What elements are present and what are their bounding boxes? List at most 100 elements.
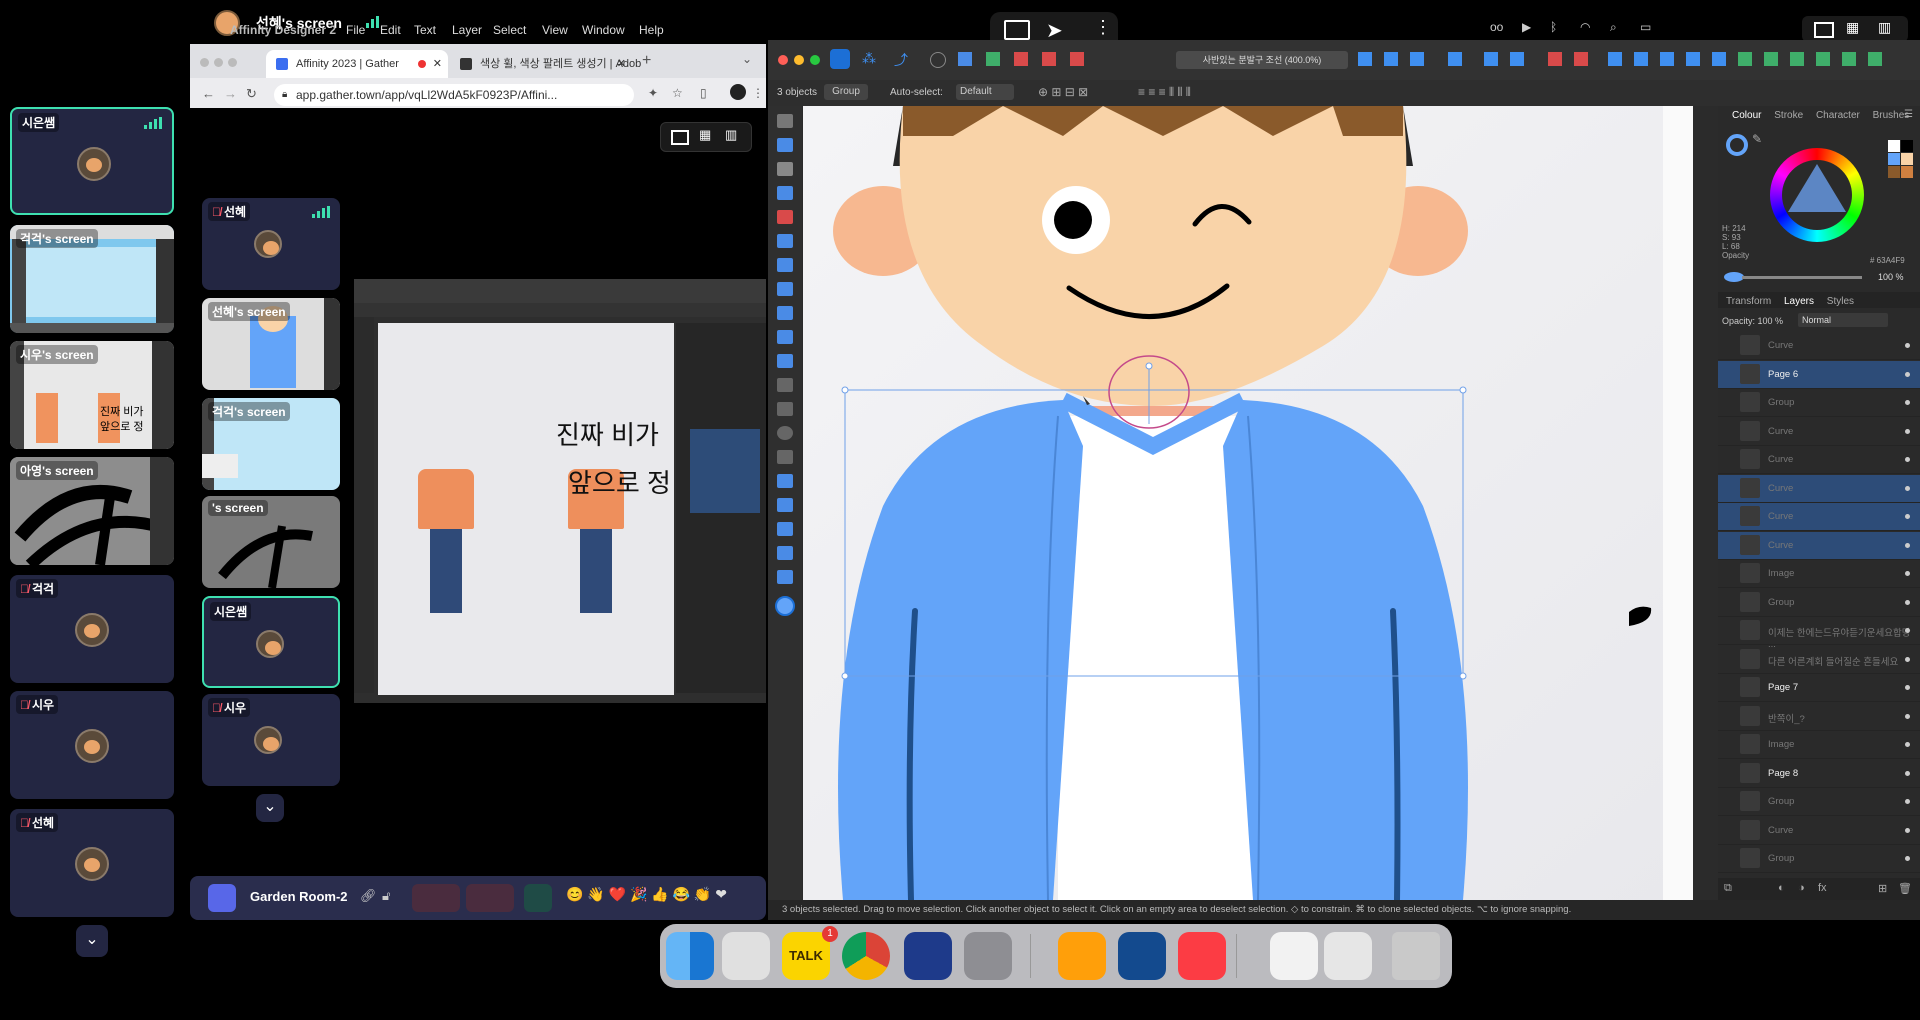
distribute-icon[interactable] <box>1510 52 1524 66</box>
emoji-reactions[interactable]: 😊 👋 ❤️ 🎉 👍 😂 👏 ❤︎ <box>566 886 727 903</box>
menu-edit[interactable]: Edit <box>380 23 401 37</box>
grid-view-icon[interactable]: ▦ <box>1846 19 1859 36</box>
boolean-icon[interactable] <box>1042 52 1056 66</box>
layer-row[interactable]: Image <box>1718 731 1920 759</box>
insert-icon[interactable] <box>1816 52 1830 66</box>
participant-screen-tile[interactable]: 진짜 비가 앞으로 정 시우's screen <box>10 341 174 449</box>
scroll-down-button[interactable]: ⌄ <box>76 925 108 957</box>
hex-value[interactable]: # 63A4F9 <box>1870 256 1905 265</box>
flip-icon[interactable] <box>1384 52 1398 66</box>
visibility-toggle[interactable] <box>1905 713 1910 719</box>
tab-transform[interactable]: Transform <box>1726 296 1771 307</box>
layer-row[interactable]: 이제는 한에는드유야듣기운세요합당 ... <box>1718 617 1920 650</box>
boolean-icon[interactable] <box>1574 52 1588 66</box>
visibility-toggle[interactable] <box>1905 685 1910 690</box>
visibility-toggle[interactable] <box>1905 485 1910 491</box>
settings-icon[interactable] <box>930 52 946 68</box>
tab-stroke[interactable]: Stroke <box>1774 110 1803 121</box>
tab-character[interactable]: Character <box>1816 110 1860 121</box>
add-layer-icon[interactable]: ⊞ <box>1878 882 1887 895</box>
visibility-toggle[interactable] <box>1905 571 1910 576</box>
flip-icon[interactable] <box>1358 52 1372 66</box>
fill-tool-icon[interactable] <box>777 210 793 224</box>
menu-view[interactable]: View <box>542 23 568 37</box>
visibility-toggle[interactable] <box>1905 799 1910 804</box>
visibility-toggle[interactable] <box>1905 856 1910 861</box>
visibility-toggle[interactable] <box>1905 400 1910 405</box>
visibility-toggle[interactable] <box>1905 542 1910 548</box>
layer-row[interactable]: Curve <box>1718 531 1920 560</box>
artboard-tool-icon[interactable] <box>777 138 793 152</box>
transparency-tool-icon[interactable] <box>777 330 793 344</box>
mask-icon[interactable]: ◐ <box>1778 882 1785 894</box>
colour-wheel[interactable] <box>1770 148 1864 242</box>
arrange-icon[interactable] <box>1410 52 1424 66</box>
launchpad-icon[interactable] <box>722 932 770 980</box>
layer-row[interactable]: Curve <box>1718 817 1920 845</box>
layer-row[interactable]: Image <box>1718 560 1920 588</box>
participant-tile-sieun[interactable]: 시은쌤 <box>202 596 340 688</box>
bookmark-icon[interactable]: ☆ <box>672 86 683 100</box>
music-icon[interactable] <box>1178 932 1226 980</box>
distribute-icon[interactable] <box>1484 52 1498 66</box>
pixel-persona-icon[interactable]: ⁂ <box>862 50 876 67</box>
screen-share-button[interactable] <box>524 884 552 912</box>
menu-help[interactable]: Help <box>639 23 664 37</box>
layer-row[interactable]: Curve <box>1718 446 1920 474</box>
trash-icon[interactable] <box>1392 932 1440 980</box>
place-image-icon[interactable] <box>777 354 793 368</box>
menu-app[interactable]: Affinity Designer 2 <box>230 23 336 37</box>
brush-tool-icon[interactable] <box>777 282 793 296</box>
layer-row[interactable]: 반쪽이_? <box>1718 703 1920 731</box>
frame-text-icon[interactable] <box>777 474 793 488</box>
participant-tile[interactable]: 🎙̸ 선혜 <box>10 809 174 917</box>
layer-row[interactable]: Curve <box>1718 474 1920 503</box>
visibility-toggle[interactable] <box>1905 656 1910 662</box>
insert-icon[interactable] <box>1634 52 1648 66</box>
colour-triangle[interactable] <box>1782 160 1852 230</box>
boolean-icon[interactable] <box>1070 52 1084 66</box>
text-tool-icon[interactable] <box>777 522 793 536</box>
layer-row[interactable]: Curve <box>1718 503 1920 531</box>
participant-tile-sieun[interactable]: 시은쌤 <box>10 107 174 215</box>
affinity-designer-icon[interactable] <box>1118 932 1166 980</box>
grid-view-icon[interactable]: ▦ <box>699 127 711 143</box>
boolean-icon[interactable] <box>1548 52 1562 66</box>
pages-icon[interactable] <box>1058 932 1106 980</box>
visibility-toggle[interactable] <box>1905 742 1910 747</box>
app-icon[interactable] <box>904 932 952 980</box>
insert-icon[interactable] <box>1842 52 1856 66</box>
panel-menu-icon[interactable]: ☰ <box>1904 109 1913 120</box>
insert-icon[interactable] <box>1712 52 1726 66</box>
insert-icon[interactable] <box>1660 52 1674 66</box>
tab-gather[interactable]: Affinity 2023 | Gather ✕ <box>266 50 448 78</box>
fx-icon[interactable]: fx <box>1818 882 1827 894</box>
opacity-slider[interactable] <box>1742 276 1862 279</box>
boolean-icon[interactable] <box>1014 52 1028 66</box>
new-tab-button[interactable]: + <box>642 52 651 70</box>
insert-icon[interactable] <box>1738 52 1752 66</box>
screen-icon[interactable] <box>1004 20 1030 40</box>
tab-styles[interactable]: Styles <box>1827 296 1854 307</box>
close-window-button[interactable] <box>778 55 788 65</box>
insert-icon[interactable] <box>1608 52 1622 66</box>
layer-row[interactable]: Curve <box>1718 332 1920 360</box>
close-icon[interactable]: ✕ <box>617 50 626 78</box>
node-tool-icon[interactable] <box>777 162 793 176</box>
snap-icon[interactable] <box>958 52 972 66</box>
visibility-toggle[interactable] <box>1905 628 1910 633</box>
map-view-icon[interactable]: ▥ <box>725 127 737 143</box>
group-button[interactable]: Group <box>824 84 868 100</box>
minimized-window-icon[interactable] <box>1270 932 1318 980</box>
align-icons[interactable]: ≡ ≡ ≡ ⫴ ⫴ ⫴ <box>1138 85 1191 100</box>
lock-icon[interactable]: 🔓︎ <box>382 888 390 904</box>
chrome-icon[interactable] <box>842 932 890 980</box>
participant-screen-tile[interactable]: 아영's screen <box>10 457 174 565</box>
layer-row[interactable]: Group <box>1718 788 1920 816</box>
pencil-tool-icon[interactable] <box>777 258 793 272</box>
visibility-toggle[interactable] <box>1905 457 1910 462</box>
color-picker-icon[interactable] <box>777 546 793 560</box>
screen-view-icon[interactable] <box>671 130 689 145</box>
autoselect-mode-select[interactable]: Default <box>956 84 1014 100</box>
menu-icon[interactable]: ⋮ <box>752 86 764 100</box>
